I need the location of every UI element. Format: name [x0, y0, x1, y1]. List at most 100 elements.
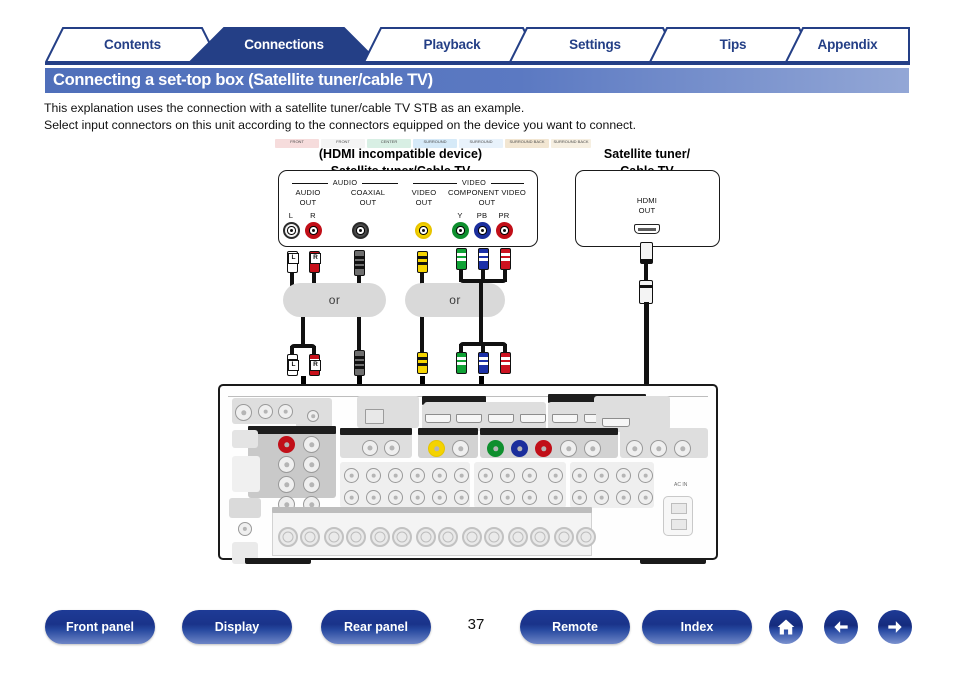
tier2-jack-a13 — [616, 468, 631, 483]
nav-home-button[interactable] — [769, 610, 803, 644]
component-plug-top-green — [456, 248, 467, 270]
hdmi-jack-1 — [425, 414, 451, 423]
video-plug-top — [417, 251, 428, 273]
video-plug-bot — [417, 352, 428, 374]
page-title: Connecting a set-top box (Satellite tune… — [53, 71, 433, 89]
rca-plug-tag-l-top: L — [288, 253, 299, 264]
ac-inlet — [663, 496, 693, 536]
hdmi-out-port — [634, 224, 660, 234]
speaker-post-9 — [462, 527, 482, 547]
component-sub-y: Y — [457, 211, 463, 220]
component-plug-bot-red — [500, 352, 511, 374]
nav-remote-button[interactable]: Remote — [520, 610, 630, 644]
nav-display-button[interactable]: Display — [182, 610, 292, 644]
arrow-left-icon — [834, 621, 848, 633]
hdmi-monitor-out-jack — [602, 418, 630, 427]
antenna-jack-3 — [278, 404, 293, 419]
speaker-group-5: SURROUND BACK — [505, 139, 549, 148]
tier3-jack-b4 — [410, 490, 425, 505]
tier3-jack-b2 — [366, 490, 381, 505]
video-out-label-line2: OUT — [415, 197, 433, 207]
coax-plug-top — [354, 250, 365, 276]
audio-in-jack-l1 — [303, 436, 320, 453]
tier3-jack-b6 — [454, 490, 469, 505]
hdmi-plug-mid — [639, 280, 653, 304]
speaker-group-4-label: SURROUND — [469, 139, 493, 144]
hdmi-out-label: HDMI OUT — [622, 196, 672, 215]
top-tab-bar: Contents Connections Playback Settings T… — [45, 27, 910, 63]
tier2-jack-a3 — [388, 468, 403, 483]
speaker-group-3: SURROUND — [413, 139, 457, 148]
video-out-label-line1: VIDEO — [411, 188, 437, 197]
component-plug-top-blue — [478, 248, 489, 270]
nav-front-panel-button[interactable]: Front panel — [45, 610, 155, 644]
tab-appendix[interactable]: Appendix — [785, 27, 910, 63]
component-jack-y — [452, 222, 469, 239]
video-group-rule-right — [491, 183, 524, 185]
tier2-jack-a12 — [594, 468, 609, 483]
ac-in-label: AC IN — [674, 482, 688, 488]
component-sub-pr: PR — [498, 211, 510, 220]
speaker-group-2: CENTER — [367, 139, 411, 148]
page-title-bar: Connecting a set-top box (Satellite tune… — [45, 68, 909, 93]
tier2-jack-a5 — [432, 468, 447, 483]
phono-block — [229, 498, 261, 518]
speaker-post-12 — [530, 527, 550, 547]
component-in-jack-pb2 — [584, 440, 601, 457]
or-pill-video: or — [405, 283, 505, 317]
tier2-jack-a11 — [572, 468, 587, 483]
hdmi-plug-top — [640, 242, 653, 264]
hdmi-jack-3 — [488, 414, 514, 423]
audio-out-jack-r — [305, 222, 322, 239]
remote-block — [232, 430, 258, 448]
speaker-post-4 — [346, 527, 366, 547]
arrow-right-icon — [888, 621, 902, 633]
component-out-jack-pr — [674, 440, 691, 457]
speaker-group-0: FRONT — [275, 139, 319, 148]
antenna-jack-1 — [235, 404, 252, 421]
nav-display-label: Display — [214, 620, 260, 634]
component-video-out-label-line1: COMPONENT VIDEO — [448, 188, 526, 197]
nav-index-button[interactable]: Index — [642, 610, 752, 644]
nav-index-label: Index — [680, 620, 714, 634]
component-in-jack-pb — [511, 440, 528, 457]
component-jack-pb — [474, 222, 491, 239]
page-number: 37 — [467, 616, 485, 633]
audio-out-jack-l — [283, 222, 300, 239]
tier2-jack-a6 — [454, 468, 469, 483]
speaker-group-2-label: CENTER — [380, 139, 398, 144]
tuner-block — [340, 462, 470, 508]
pre-out-jack-2 — [384, 440, 400, 456]
tier3-jack-b13 — [616, 490, 631, 505]
audio-group-label: AUDIO — [332, 178, 358, 187]
intro-line-2: Select input connectors on this unit acc… — [44, 118, 636, 132]
tab-connections[interactable]: Connections — [189, 27, 379, 63]
nav-rear-panel-button[interactable]: Rear panel — [321, 610, 431, 644]
ethernet-jack — [365, 409, 384, 424]
nav-back-button[interactable] — [824, 610, 858, 644]
speaker-post-10 — [484, 527, 504, 547]
tier3-jack-b10 — [548, 490, 563, 505]
fm-ant-jack — [238, 522, 252, 536]
nav-front-panel-label: Front panel — [65, 620, 135, 634]
speaker-post-5 — [370, 527, 390, 547]
tier2-jack-a1 — [344, 468, 359, 483]
receiver-foot-right — [640, 558, 706, 564]
speaker-group-6-label: SURROUND BACK — [553, 139, 589, 144]
hdmi-jack-4 — [520, 414, 546, 423]
audio-in-jack-r1 — [278, 436, 295, 453]
speaker-post-13 — [554, 527, 574, 547]
rca-plug-tag-l-bot: L — [288, 360, 299, 371]
audio-in-jack-l3 — [303, 476, 320, 493]
ac-pin-bottom — [671, 519, 687, 530]
tier3-jack-b11 — [572, 490, 587, 505]
video-out-label: VIDEO OUT — [400, 188, 448, 207]
nav-remote-label: Remote — [552, 620, 598, 634]
tab-settings-label: Settings — [569, 36, 621, 52]
tier3-jack-b9 — [522, 490, 537, 505]
video-in-jack-yellow — [428, 440, 445, 457]
nav-forward-button[interactable] — [878, 610, 912, 644]
connection-diagram: (HDMI incompatible device) Satellite tun… — [0, 138, 954, 588]
speaker-post-1 — [278, 527, 298, 547]
speaker-post-11 — [508, 527, 528, 547]
